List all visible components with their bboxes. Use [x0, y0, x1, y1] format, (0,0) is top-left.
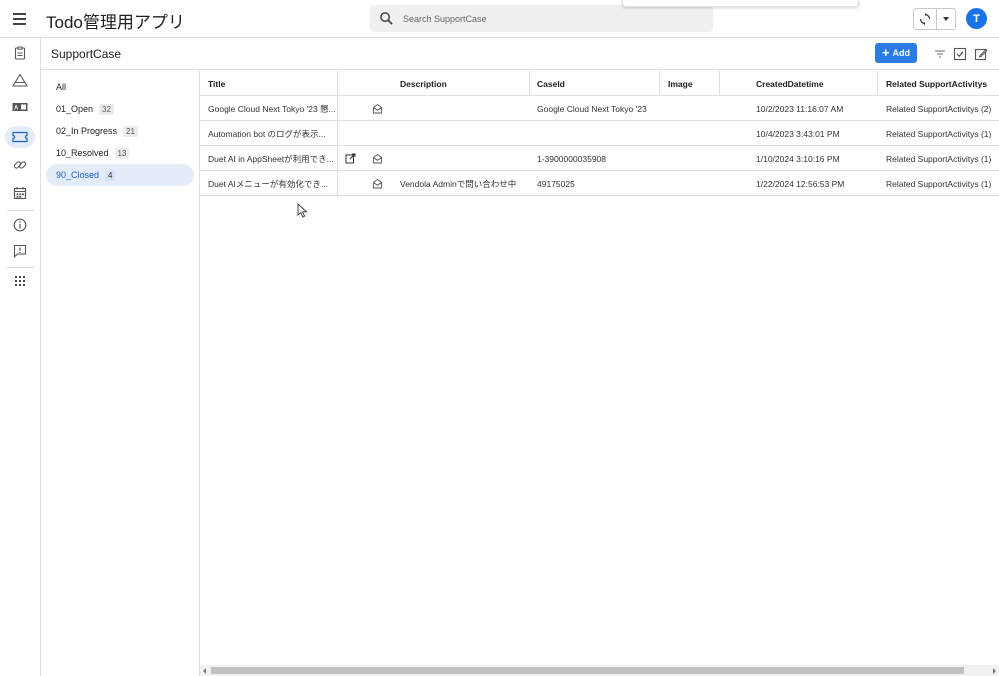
add-button[interactable]: + Add	[875, 43, 917, 63]
group-item-in-progress[interactable]: 02_In Progress 21	[46, 120, 194, 142]
svg-text:A: A	[14, 106, 19, 112]
sync-dropdown-icon[interactable]	[937, 9, 955, 29]
column-header-image[interactable]: Image	[668, 71, 693, 96]
scroll-right-icon[interactable]	[993, 668, 996, 674]
column-header-created[interactable]: CreatedDatetime	[756, 71, 824, 96]
view-header: SupportCase + Add	[41, 38, 999, 70]
ticket-icon[interactable]	[5, 126, 35, 148]
count-badge: 13	[114, 147, 130, 159]
nav-rail: A	[0, 38, 41, 676]
cell-related[interactable]: Related SupportActivitys (2)	[886, 96, 991, 121]
cell-caseid: Google Cloud Next Tokyo '23	[537, 103, 647, 114]
column-header-caseid[interactable]: CaseId	[537, 71, 565, 96]
table-header: Title Description CaseId Image CreatedDa…	[200, 71, 999, 96]
link-icon[interactable]	[5, 154, 35, 176]
sync-button[interactable]	[913, 8, 956, 30]
menu-icon[interactable]	[10, 9, 30, 29]
apps-grid-icon[interactable]	[5, 270, 35, 292]
info-icon[interactable]	[5, 214, 35, 236]
calendar-icon[interactable]	[5, 182, 35, 204]
edit-icon[interactable]	[973, 46, 989, 62]
badge-icon[interactable]: A	[5, 96, 35, 118]
count-badge: 21	[123, 125, 138, 137]
top-bar: Todo管理用アプリ T	[0, 0, 999, 38]
group-item-all[interactable]: All	[46, 76, 194, 98]
email-icon[interactable]	[372, 146, 383, 171]
feedback-icon[interactable]	[5, 240, 35, 262]
cell-title: Duet AI in AppSheetが利用でき...	[208, 153, 334, 164]
sync-icon[interactable]	[914, 9, 937, 29]
scroll-left-icon[interactable]	[203, 668, 206, 674]
cell-created: 10/4/2023 3:43:01 PM	[756, 128, 840, 139]
cell-related[interactable]: Related SupportActivitys (1)	[886, 146, 991, 171]
popup-panel	[622, 0, 859, 7]
cell-created: 1/22/2024 12:56:53 PM	[756, 178, 845, 189]
table-row[interactable]: Duet AIメニューが有効化でき... Vendola Adminで問い合わせ…	[200, 171, 999, 196]
clipboard-icon[interactable]	[5, 42, 35, 64]
group-list: All 01_Open 32 02_In Progress 21 10_Reso…	[41, 71, 200, 676]
cell-created: 1/10/2024 3:10:16 PM	[756, 153, 840, 164]
horizontal-scrollbar[interactable]	[200, 665, 999, 676]
filter-icon[interactable]	[932, 46, 948, 62]
page-title: SupportCase	[51, 47, 122, 61]
cell-title: Automation bot のログが表示...	[208, 128, 326, 139]
email-icon[interactable]	[372, 171, 383, 196]
group-item-closed[interactable]: 90_Closed 4	[46, 164, 194, 186]
column-header-description[interactable]: Description	[400, 71, 447, 96]
count-badge: 4	[105, 169, 116, 181]
add-button-label: Add	[892, 48, 911, 58]
cell-caseid: 1-3900000035908	[537, 153, 607, 164]
email-icon[interactable]	[372, 96, 383, 121]
table-row[interactable]: Automation bot のログが表示... 10/4/2023 3:43:…	[200, 121, 999, 146]
data-table: Title Description CaseId Image CreatedDa…	[200, 71, 999, 197]
search-icon	[380, 12, 393, 25]
count-badge: 32	[99, 103, 114, 115]
cell-description: Vendola Adminで問い合わせ中	[400, 178, 517, 189]
cell-title: Google Cloud Next Tokyo '23 懇...	[208, 103, 336, 114]
cell-caseid: 49175025	[537, 178, 575, 189]
table-row[interactable]: Duet AI in AppSheetが利用でき... 1-3900000035…	[200, 146, 999, 171]
open-link-icon[interactable]	[345, 146, 356, 171]
search-input[interactable]	[403, 5, 703, 32]
cell-created: 10/2/2023 11:16:07 AM	[756, 103, 844, 114]
mouse-cursor-icon	[297, 203, 308, 218]
plus-icon: +	[881, 45, 890, 60]
app-title: Todo管理用アプリ	[46, 13, 185, 32]
cell-related[interactable]: Related SupportActivitys (1)	[886, 171, 991, 196]
column-header-related[interactable]: Related SupportActivitys	[886, 71, 987, 96]
cell-title: Duet AIメニューが有効化でき...	[208, 178, 328, 189]
cell-related[interactable]: Related SupportActivitys (1)	[886, 121, 991, 146]
avatar[interactable]: T	[966, 8, 987, 29]
select-checkbox-icon[interactable]	[952, 46, 968, 62]
table-row[interactable]: Google Cloud Next Tokyo '23 懇... Google …	[200, 96, 999, 121]
group-item-resolved[interactable]: 10_Resolved 13	[46, 142, 194, 164]
search-box[interactable]	[370, 5, 713, 32]
column-header-title[interactable]: Title	[208, 71, 225, 96]
scrollbar-thumb[interactable]	[211, 667, 964, 674]
group-item-open[interactable]: 01_Open 32	[46, 98, 194, 120]
warning-triangle-icon[interactable]	[5, 69, 35, 91]
